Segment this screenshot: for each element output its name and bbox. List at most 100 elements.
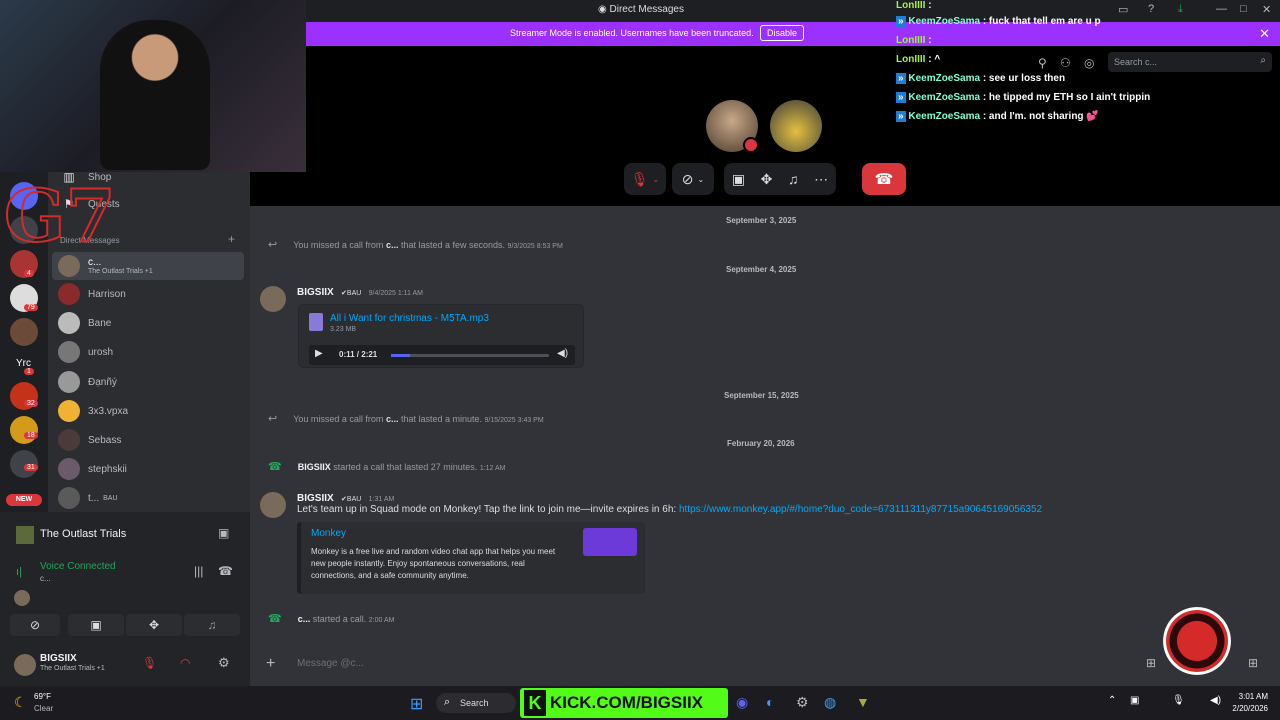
muted-icon — [743, 137, 759, 153]
voice-channel: c... — [40, 574, 51, 583]
mic-muted-icon[interactable]: 🎙 — [142, 656, 157, 670]
callee-avatar[interactable] — [770, 100, 822, 152]
call-user[interactable]: c... — [298, 614, 311, 624]
camera-button[interactable]: ⊘ — [10, 614, 60, 636]
server-icon[interactable] — [10, 318, 38, 346]
maximize-button[interactable]: □ — [1240, 3, 1247, 15]
server-icon[interactable] — [10, 416, 38, 444]
play-icon[interactable]: ▶ — [315, 348, 323, 359]
add-attachment-icon[interactable]: + — [266, 655, 275, 673]
screen-share-icon[interactable]: ▣ — [732, 171, 745, 188]
soundboard-button[interactable]: ♫ — [184, 614, 240, 636]
dm-item[interactable]: t... BAU — [58, 484, 242, 512]
close-window-button[interactable]: ✕ — [1262, 3, 1271, 16]
chevron-down-icon[interactable]: ⌄ — [698, 175, 705, 184]
call-user[interactable]: BIGSIIX — [298, 462, 331, 472]
chat-line: LonIIII : — [896, 0, 932, 11]
activities-icon[interactable]: ✥ — [761, 171, 773, 188]
disconnect-icon[interactable]: ☎ — [218, 564, 233, 578]
chevron-down-icon[interactable]: ⌄ — [653, 175, 660, 184]
tray-chevron-icon[interactable]: ⌃ — [1108, 695, 1116, 706]
avatar — [58, 371, 80, 393]
start-icon[interactable]: ⊞ — [410, 694, 423, 714]
activities-button[interactable]: ✥ — [126, 614, 182, 636]
gift-icon[interactable]: ⊞ — [1146, 656, 1156, 670]
chat-text: : fuck that tell em are u p — [982, 16, 1101, 27]
dm-name: Harrison — [88, 288, 126, 300]
mic-toggle-button[interactable]: 🎙 ⌄ — [624, 163, 666, 195]
embed-thumbnail[interactable] — [583, 528, 637, 556]
streamer-figure — [100, 20, 210, 170]
progress-fill — [391, 354, 410, 357]
dm-item[interactable]: Đạnñý — [58, 368, 242, 396]
volume-icon[interactable]: ◀) — [557, 348, 568, 359]
close-banner-icon[interactable]: ✕ — [1259, 26, 1270, 42]
message-avatar[interactable] — [260, 492, 286, 518]
camera-toggle-button[interactable]: ⊘ ⌄ — [672, 163, 714, 195]
invite-link[interactable]: https://www.monkey.app/#/home?duo_code=6… — [679, 504, 1042, 515]
missed-call-user[interactable]: c... — [386, 240, 399, 250]
webcam-overlay — [0, 0, 306, 172]
dm-name: 3x3.vpxa — [88, 405, 129, 417]
dm-item[interactable]: urosh — [58, 338, 242, 366]
end-call-button[interactable]: ☎ — [862, 163, 906, 195]
volume-tray-icon[interactable]: ◀) — [1210, 695, 1221, 706]
dm-name: urosh — [88, 346, 114, 358]
download-icon[interactable]: ⤓ — [1178, 3, 1183, 16]
dm-item[interactable]: 3x3.vpxa — [58, 397, 242, 425]
audio-attachment: All i Want for christmas - M5TA.mp3 3.23… — [298, 304, 584, 368]
chat-text: : — [928, 35, 932, 46]
noise-suppression-icon[interactable]: ||| — [194, 564, 203, 578]
message-avatar[interactable] — [260, 286, 286, 312]
missed-call-icon: ↩ — [268, 239, 278, 251]
game-icon[interactable]: ▼ — [856, 694, 870, 710]
taskbar-search[interactable]: ⌕ Search — [436, 693, 516, 713]
hangup-icon: ☎ — [874, 171, 894, 188]
dm-item[interactable]: stephskii — [58, 455, 242, 483]
missed-call-user[interactable]: c... — [386, 414, 399, 424]
more-icon[interactable]: ⋯ — [814, 171, 828, 188]
apps-icon[interactable]: ⊞ — [1248, 656, 1258, 670]
steam-icon[interactable]: ◍ — [824, 694, 836, 711]
clock-date[interactable]: 2/20/2026 — [1226, 704, 1268, 713]
discord-taskbar-icon[interactable]: ◉ — [736, 694, 748, 711]
twitch-badge-icon: » — [896, 16, 906, 27]
file-name-link[interactable]: All i Want for christmas - M5TA.mp3 — [330, 313, 489, 324]
user-avatar[interactable] — [14, 654, 36, 676]
dm-item[interactable]: Sebass — [58, 426, 242, 454]
kick-banner: K KICK.COM/BIGSIIX — [520, 688, 728, 718]
clock-time[interactable]: 3:01 AM — [1236, 692, 1268, 701]
weather-temp[interactable]: 69°F — [34, 692, 51, 701]
chat-user: KeemZoeSama — [908, 16, 981, 27]
message-input[interactable]: Message @c... — [297, 658, 364, 669]
call-started-message: ☎ BIGSIIX started a call that lasted 27 m… — [268, 460, 506, 473]
chat-line: » KeemZoeSama : and I'm. not sharing 💕 — [896, 111, 1099, 122]
minimize-button[interactable]: — — [1216, 3, 1227, 15]
dm-item[interactable]: Bane — [58, 309, 242, 337]
dm-item[interactable]: Harrison — [58, 280, 242, 308]
missed-call-prefix: You missed a call from — [293, 414, 386, 424]
user-activity: The Outlast Trials +1 — [40, 665, 105, 672]
screen-share-icon[interactable]: ▣ — [218, 526, 229, 540]
chat-text: : — [928, 0, 932, 11]
search-icon: ⌕ — [444, 696, 451, 708]
dm-name: Sebass — [88, 434, 122, 446]
headset-deafened-icon[interactable]: ◠ — [180, 656, 190, 670]
message-author[interactable]: BIGSIIX — [297, 287, 334, 298]
disable-streamer-button[interactable]: Disable — [760, 25, 805, 41]
edge-icon[interactable]: ◐ — [766, 694, 774, 710]
link-embed: Monkey Monkey is a free live and random … — [297, 522, 645, 594]
soundboard-icon[interactable]: ♫ — [788, 171, 799, 187]
embed-title[interactable]: Monkey — [311, 528, 346, 539]
new-dm-button[interactable]: + — [228, 232, 235, 246]
app-icon[interactable]: ⚙ — [796, 694, 809, 711]
date-divider: February 20, 2026 — [727, 439, 795, 448]
activities-icon: ✥ — [148, 618, 160, 632]
mic-tray-icon[interactable]: 🎙 — [1172, 695, 1185, 706]
progress-track[interactable] — [391, 354, 549, 357]
tray-icon[interactable]: ▣ — [1130, 695, 1139, 706]
settings-gear-icon[interactable]: ⚙ — [218, 655, 230, 671]
message-author[interactable]: BIGSIIX — [297, 493, 334, 504]
screen-share-button[interactable]: ▣ — [68, 614, 124, 636]
soundboard-icon: ♫ — [207, 618, 217, 632]
